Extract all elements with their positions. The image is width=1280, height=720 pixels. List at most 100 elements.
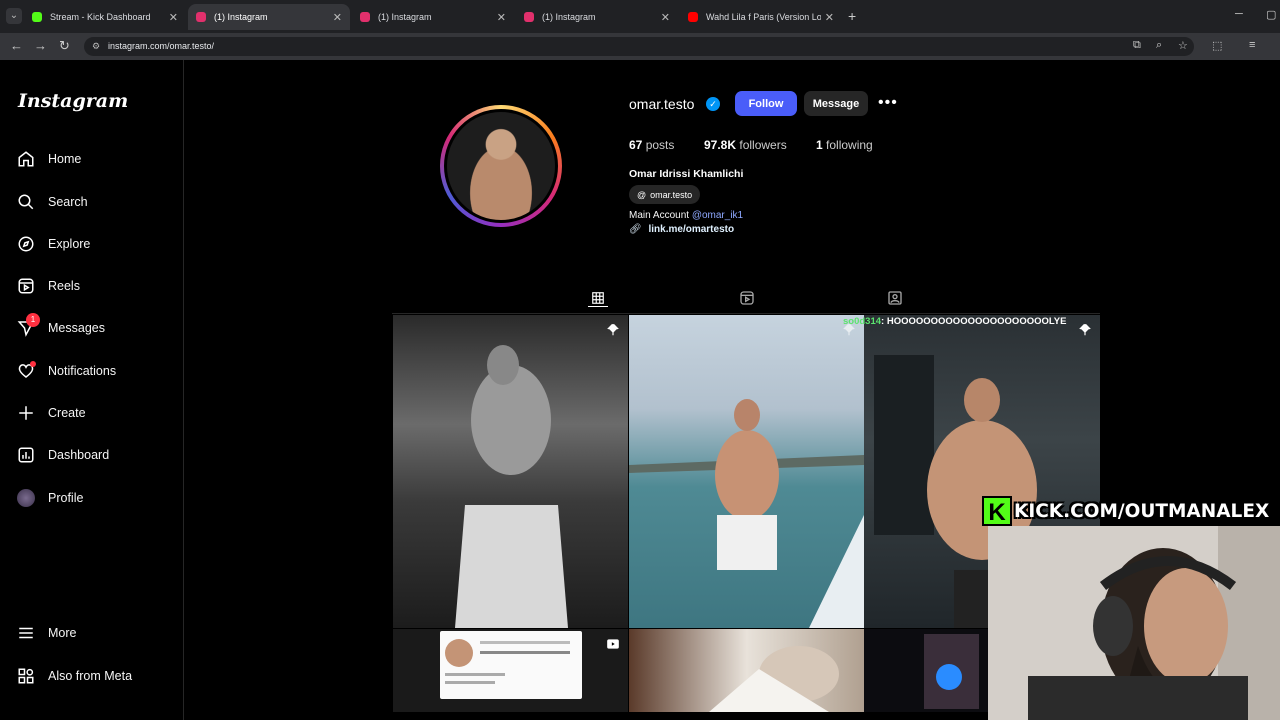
tab-title: (1) Instagram (542, 12, 596, 22)
minimize-icon[interactable]: ─ (1235, 8, 1243, 20)
tagged-icon (888, 291, 902, 305)
pinned-icon (606, 323, 620, 337)
sidebar-item-label: Messages (48, 321, 105, 335)
profile-avatar[interactable] (444, 109, 558, 223)
tab-title: (1) Instagram (214, 12, 268, 22)
bookmark-star-icon[interactable]: ☆ (1178, 39, 1188, 52)
tab-search-button[interactable]: ⌄ (6, 8, 22, 24)
instagram-logo[interactable]: Instagram (18, 90, 128, 112)
post-thumbnail[interactable] (393, 315, 628, 628)
browser-tab-active[interactable]: (1) Instagram ✕ (188, 4, 350, 30)
kick-banner: K KICK.COM/OUTMANALEX (982, 496, 1274, 526)
browser-tab[interactable]: (1) Instagram ✕ (516, 4, 678, 30)
sidebar-item-explore[interactable]: Explore (16, 231, 90, 257)
new-tab-icon[interactable]: + (848, 8, 856, 24)
browser-tab[interactable]: Wahd Lila f Paris (Version Long ✕ (680, 4, 842, 30)
instagram-favicon-icon (360, 12, 370, 22)
extensions-icon[interactable]: ⬚ (1212, 39, 1222, 52)
close-tab-icon[interactable]: ✕ (661, 11, 670, 24)
post-photo (924, 634, 979, 709)
sidebar-item-create[interactable]: Create (16, 400, 86, 426)
message-button[interactable]: Message (804, 91, 868, 116)
browser-tab[interactable]: Stream - Kick Dashboard ✕ (24, 4, 186, 30)
sidebar-item-reels[interactable]: Reels (16, 273, 80, 299)
media-controls-icon[interactable]: ≡ (1249, 39, 1255, 51)
browser-tab[interactable]: (1) Instagram ✕ (352, 4, 514, 30)
sidebar-item-more[interactable]: More (16, 620, 76, 646)
follow-button[interactable]: Follow (735, 91, 797, 116)
search-icon (16, 192, 36, 212)
forward-icon[interactable]: → (34, 38, 47, 53)
profile-link[interactable]: 🔗︎ link.me/omartesto (629, 224, 734, 235)
following-label: following (826, 138, 873, 152)
url-bar[interactable]: ⚙ instagram.com/omar.testo/ (84, 37, 1194, 56)
bio-mention-link[interactable]: @omar_ik1 (692, 210, 743, 221)
reels-icon (16, 276, 36, 296)
kick-banner-text: KICK.COM/OUTMANALEX (1014, 500, 1270, 522)
link-icon: 🔗︎ (629, 224, 642, 235)
sidebar-item-dashboard[interactable]: Dashboard (16, 442, 109, 468)
threads-handle: omar.testo (650, 189, 693, 200)
streamer-webcam-image (988, 526, 1280, 720)
back-icon[interactable]: ← (10, 38, 23, 53)
sidebar-item-search[interactable]: Search (16, 189, 88, 215)
sidebar-item-label: Also from Meta (48, 669, 133, 683)
tab-title: (1) Instagram (378, 12, 432, 22)
tab-title: Stream - Kick Dashboard (50, 12, 151, 22)
close-tab-icon[interactable]: ✕ (169, 11, 178, 24)
home-icon (16, 149, 36, 169)
close-tab-icon[interactable]: ✕ (825, 11, 834, 24)
post-photo (455, 345, 568, 628)
tab-reels[interactable] (737, 289, 757, 307)
explore-icon (16, 234, 36, 254)
notification-dot (30, 361, 36, 367)
sidebar-item-home[interactable]: Home (16, 146, 81, 172)
threads-badge[interactable]: @ omar.testo (629, 185, 701, 204)
reload-icon[interactable]: ↻ (59, 38, 70, 54)
youtube-favicon-icon (688, 12, 698, 22)
sidebar-item-label: Reels (48, 279, 80, 293)
profile-username: omar.testo (629, 96, 695, 112)
bio-text: Main Account (629, 210, 690, 221)
menu-icon (16, 623, 36, 643)
tabs-divider (392, 313, 1100, 314)
sidebar-item-also-from-meta[interactable]: Also from Meta (16, 663, 132, 689)
post-thumbnail[interactable] (629, 629, 864, 712)
sidebar-item-label: Profile (48, 491, 84, 505)
sidebar-item-label: More (48, 626, 77, 640)
sidebar-item-label: Search (48, 195, 88, 209)
install-app-icon[interactable]: ⧉ (1133, 39, 1141, 52)
post-thumbnail[interactable] (629, 315, 864, 628)
post-photo (709, 646, 839, 712)
close-tab-icon[interactable]: ✕ (333, 11, 342, 24)
posts-label: posts (645, 138, 675, 152)
posts-count: 67 (629, 138, 643, 152)
dashboard-icon (16, 445, 36, 465)
site-info-icon[interactable]: ⚙ (92, 37, 100, 56)
profile-bio: Main Account @omar_ik1 (629, 210, 743, 221)
chat-message: : HOOOOOOOOOOOOOOOOOOOOOLYE (881, 316, 1067, 327)
meta-icon (16, 666, 36, 686)
maximize-icon[interactable]: ▢ (1266, 8, 1276, 21)
followers-stat[interactable]: 97.8K followers (704, 138, 787, 152)
sidebar-item-profile[interactable]: Profile (16, 485, 83, 511)
sidebar-item-notifications[interactable]: Notifications (16, 358, 116, 384)
more-options-icon[interactable]: ••• (878, 94, 898, 112)
tab-tagged[interactable] (885, 289, 905, 307)
unread-badge: 1 (26, 313, 40, 327)
zoom-icon[interactable]: ⌕ (1156, 39, 1162, 52)
tab-title: Wahd Lila f Paris (Version Long (706, 12, 821, 22)
sidebar-item-label: Create (48, 406, 86, 420)
webcam-overlay (988, 526, 1280, 720)
pinned-icon (1078, 323, 1092, 337)
plus-icon (16, 403, 36, 423)
tab-posts[interactable] (588, 289, 608, 307)
profile-link-text: link.me/omartesto (648, 224, 735, 235)
close-tab-icon[interactable]: ✕ (497, 11, 506, 24)
post-thumbnail[interactable] (393, 629, 628, 712)
sidebar-item-label: Explore (48, 237, 91, 251)
post-thumbnail[interactable] (864, 629, 988, 712)
followers-label: followers (739, 138, 787, 152)
following-stat[interactable]: 1 following (816, 138, 873, 152)
sidebar-item-messages[interactable]: 1 Messages (16, 313, 105, 341)
